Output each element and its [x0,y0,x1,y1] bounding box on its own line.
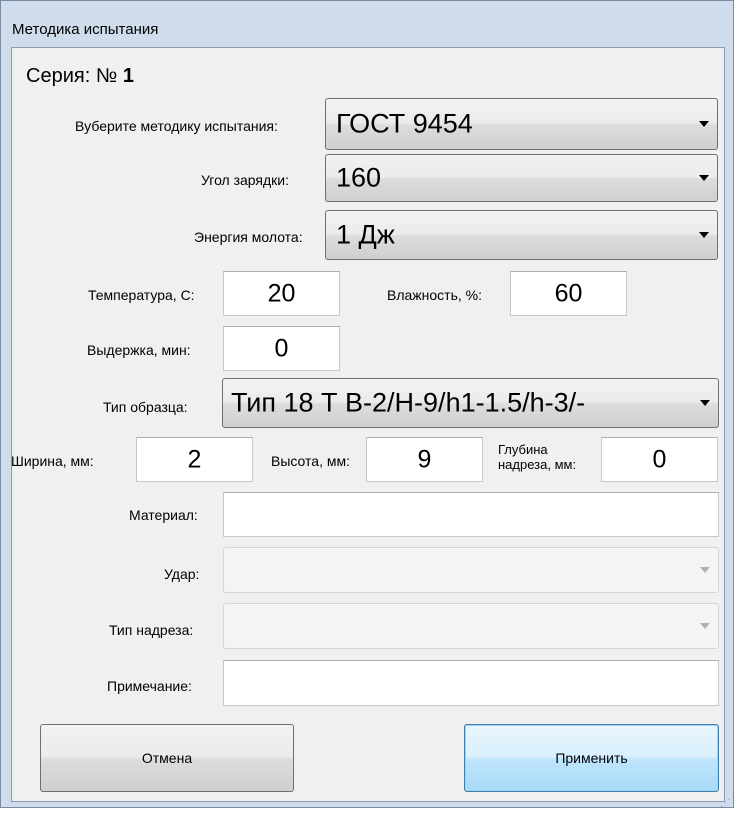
sample-type-value: Тип 18 Т В-2/Н-9/h1-1.5/h-3/- [231,387,586,418]
chevron-down-icon [699,175,709,181]
energy-select[interactable]: 1 Дж [325,210,718,260]
hold-input[interactable]: 0 [223,326,340,371]
resize-grip-icon[interactable]: ⋰ [720,798,730,809]
height-label: Высота, мм: [271,453,350,469]
chevron-down-icon [700,623,710,629]
notch-type-select[interactable] [223,603,719,649]
humidity-input[interactable]: 60 [510,271,627,316]
series-heading: Серия: № 1 [26,65,134,88]
temperature-label: Температура, С: [88,287,195,303]
width-value: 2 [187,445,202,473]
note-label: Примечание: [107,678,192,694]
humidity-value: 60 [554,279,583,307]
width-input[interactable]: 2 [136,437,253,482]
hold-label: Выдержка, мин: [87,342,191,358]
sample-type-select[interactable]: Тип 18 Т В-2/Н-9/h1-1.5/h-3/- [222,378,719,428]
angle-select[interactable]: 160 [325,154,718,202]
impact-select[interactable] [223,547,719,593]
chevron-down-icon [699,232,709,238]
chevron-down-icon [700,400,710,406]
cancel-button[interactable]: Отмена [40,724,294,792]
width-label: Ширина, мм: [11,453,94,469]
hold-value: 0 [274,334,289,362]
angle-label: Угол зарядки: [201,172,290,188]
humidity-label: Влажность, %: [387,287,482,303]
notch-depth-input[interactable]: 0 [601,437,718,482]
notch-depth-label: Глубина надреза, мм: [498,442,576,472]
height-input[interactable]: 9 [366,437,483,482]
series-number: 1 [122,65,134,87]
note-input[interactable] [223,660,719,706]
apply-button[interactable]: Применить [464,724,719,792]
chevron-down-icon [699,121,709,127]
method-label: Вуберите методику испытания: [75,118,278,134]
method-value: ГОСТ 9454 [336,108,473,139]
method-select[interactable]: ГОСТ 9454 [325,98,718,150]
notch-depth-label-line1: Глубина [498,442,548,457]
sample-type-label: Тип образца: [103,399,188,415]
notch-depth-value: 0 [652,445,667,473]
series-label: Серия: № [26,65,118,87]
temperature-value: 20 [267,279,296,307]
notch-type-label: Тип надреза: [109,622,194,638]
energy-value: 1 Дж [336,219,395,250]
title-bar[interactable]: Методика испытания [1,1,733,41]
material-label: Материал: [129,507,198,523]
notch-depth-label-line2: надреза, мм: [498,457,577,472]
energy-label: Энергия молота: [194,229,303,245]
impact-label: Удар: [164,566,200,582]
angle-value: 160 [336,162,382,193]
height-value: 9 [417,445,432,473]
chevron-down-icon [700,567,710,573]
temperature-input[interactable]: 20 [223,271,340,316]
window-title: Методика испытания [12,21,159,38]
material-input[interactable] [223,492,719,537]
